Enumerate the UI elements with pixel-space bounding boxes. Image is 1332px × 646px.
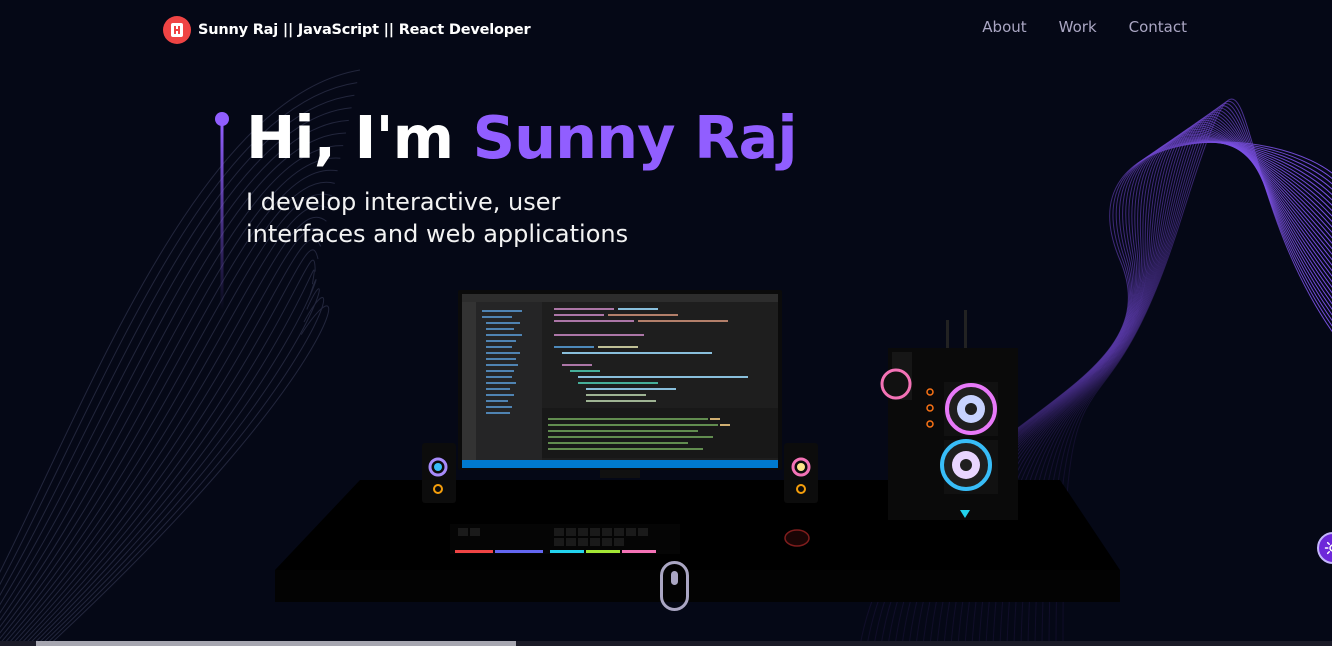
nav-links: About Work Contact xyxy=(982,18,1187,36)
logo-icon xyxy=(163,16,191,44)
hero-subtitle: I develop interactive, user interfaces a… xyxy=(246,188,629,248)
hero-name: Sunny Raj xyxy=(472,103,798,172)
navbar: Sunny Raj || JavaScript || React Develop… xyxy=(0,0,1332,60)
scroll-down-button[interactable] xyxy=(660,561,689,611)
hero-title: Hi, I'm Sunny Raj xyxy=(246,98,798,178)
brand-title: Sunny Raj || JavaScript || React Develop… xyxy=(198,22,531,38)
gear-icon xyxy=(1324,541,1332,555)
mouse-scroll-icon xyxy=(671,571,678,585)
nav-link-contact[interactable]: Contact xyxy=(1129,18,1187,36)
nav-link-about[interactable]: About xyxy=(982,18,1026,36)
brand-link[interactable]: Sunny Raj || JavaScript || React Develop… xyxy=(163,16,531,44)
nav-link-work[interactable]: Work xyxy=(1059,18,1097,36)
horizontal-scrollbar[interactable] xyxy=(0,641,1332,646)
hero-greeting: Hi, I'm xyxy=(246,103,473,172)
hero-accent-line xyxy=(215,112,229,310)
desk-setup-canvas[interactable] xyxy=(270,280,1140,620)
scrollbar-thumb[interactable] xyxy=(36,641,516,646)
